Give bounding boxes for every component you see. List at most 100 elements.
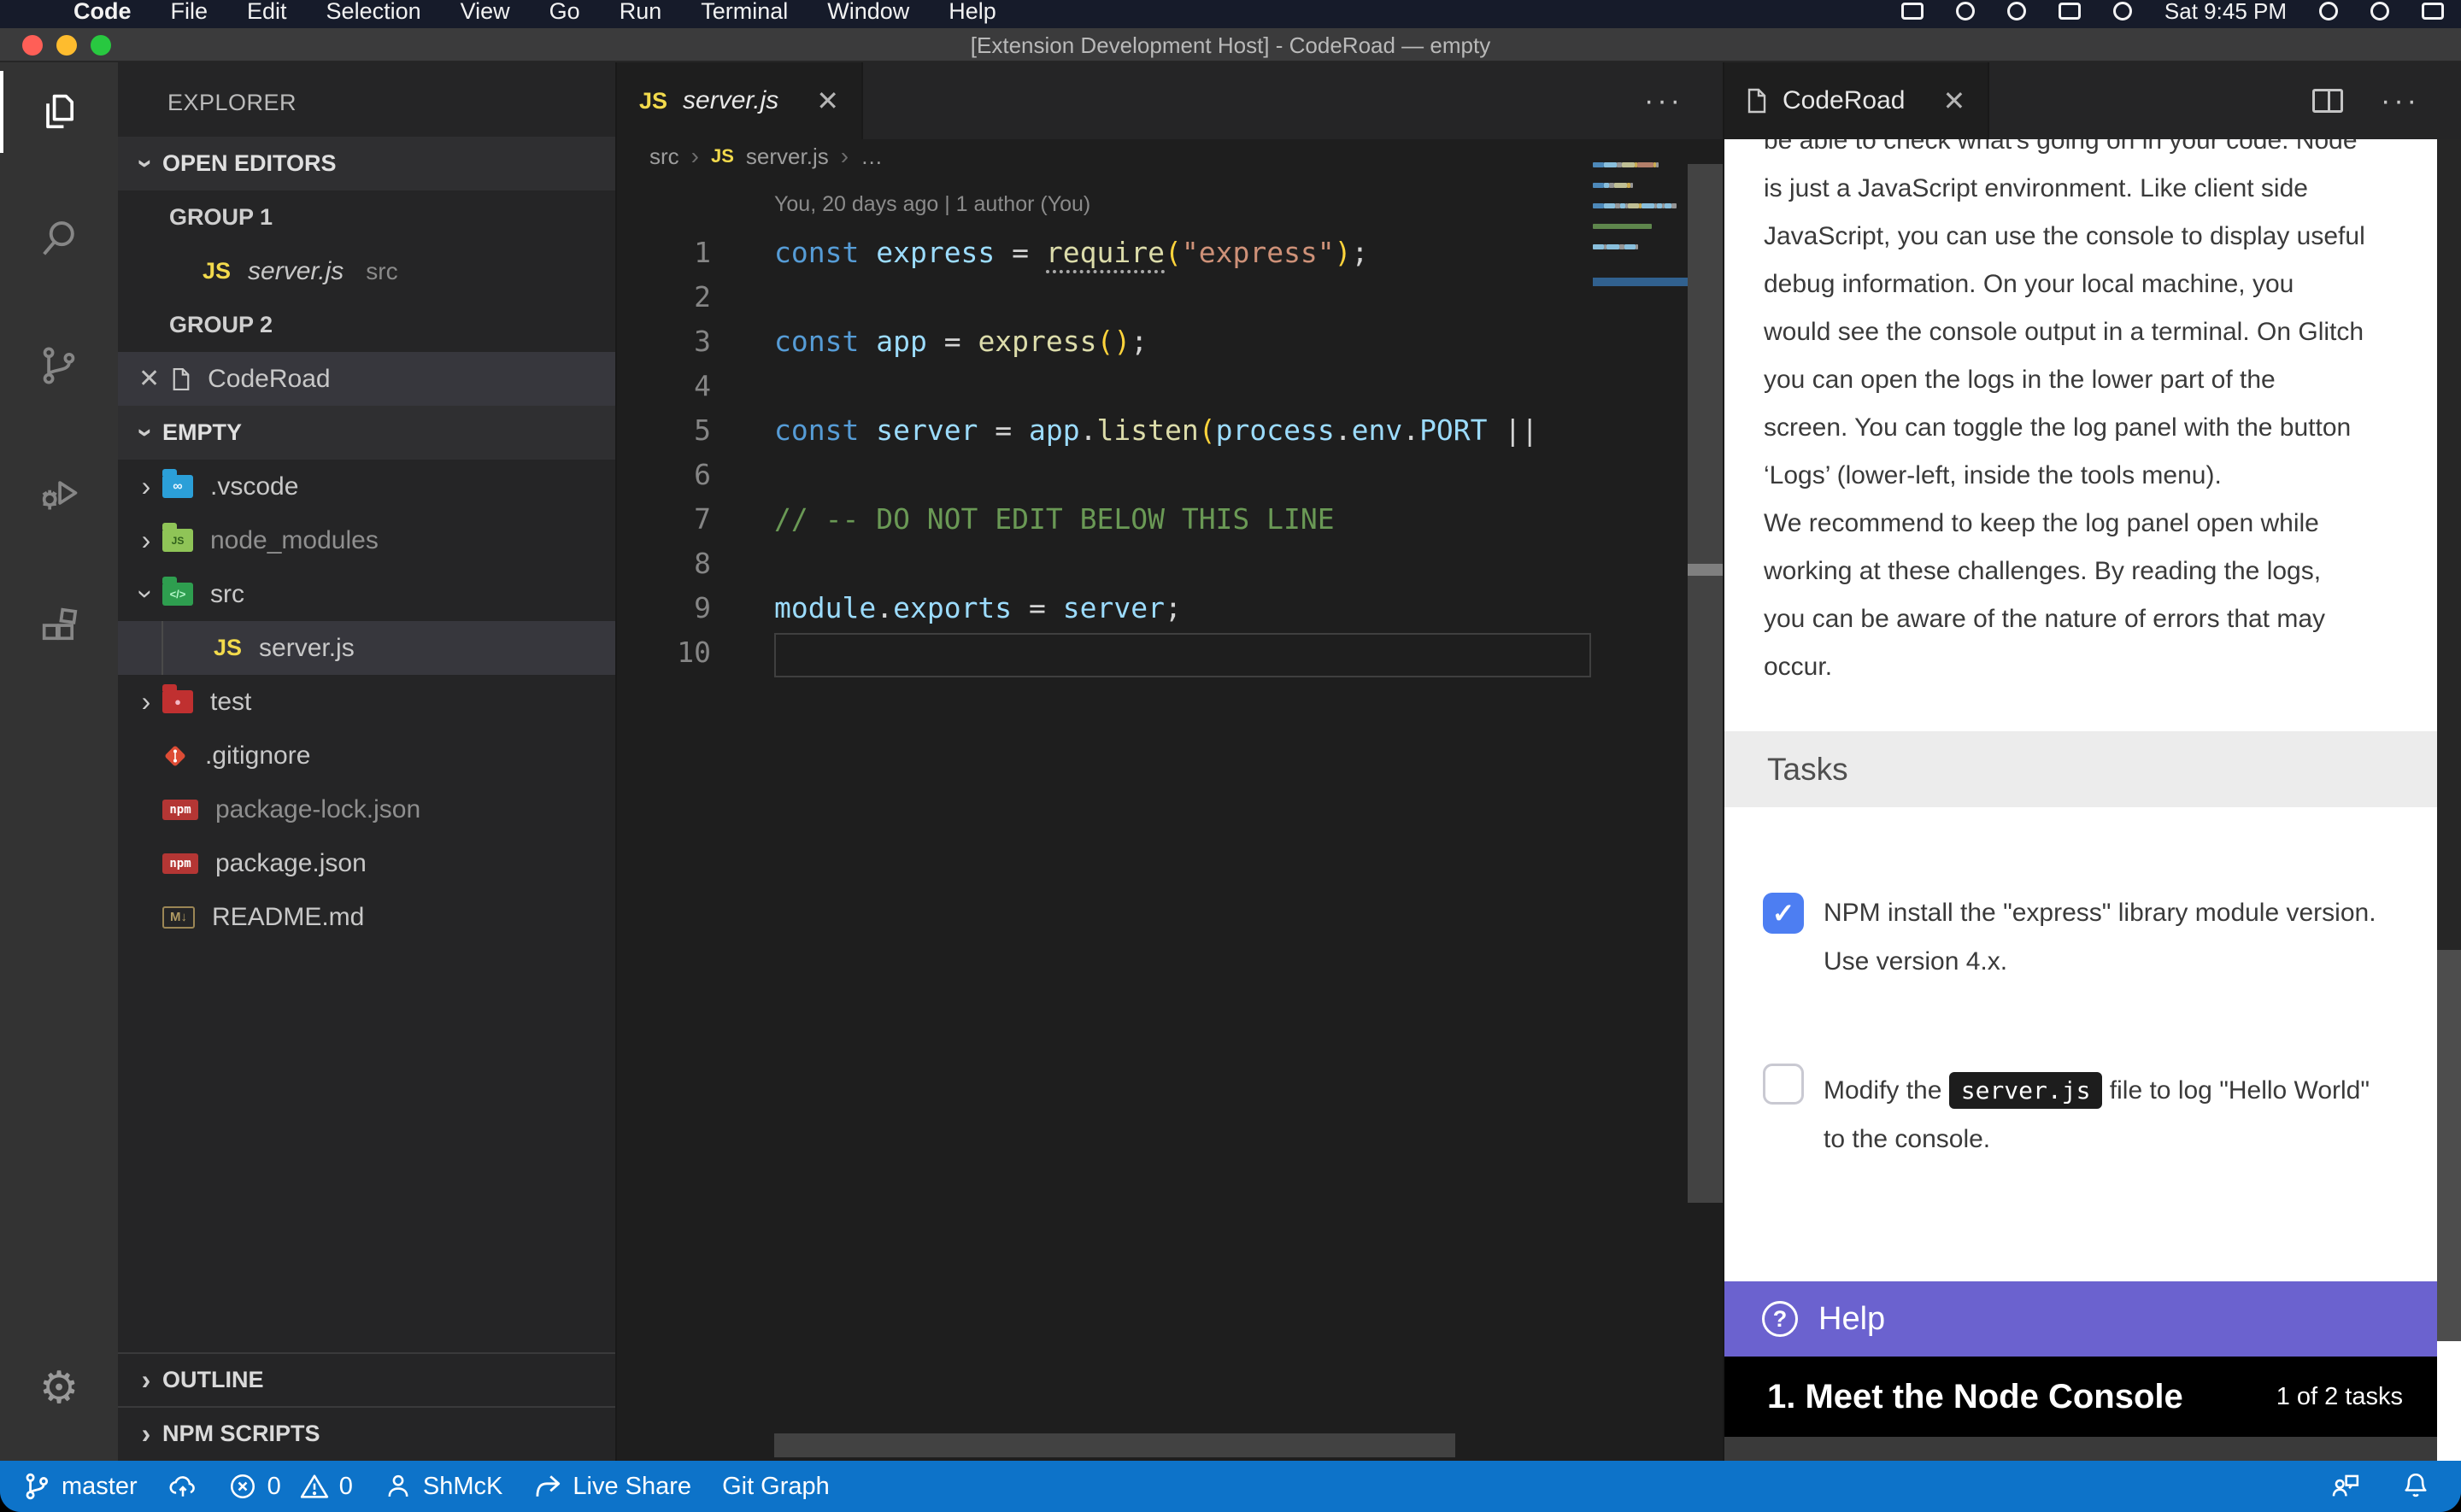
- activity-bar-item-files[interactable]: [0, 67, 118, 156]
- code-line[interactable]: 3const app = express();: [617, 319, 1723, 363]
- more-actions-icon[interactable]: ···: [2381, 85, 2420, 118]
- code-line[interactable]: 1const express = require("express");: [617, 230, 1723, 274]
- activity-bar-item-extensions[interactable]: [0, 580, 118, 669]
- status-item-label: master: [62, 1473, 138, 1501]
- code-editor[interactable]: You, 20 days ago | 1 author (You) 1const…: [617, 173, 1723, 1461]
- status-item-feedback[interactable]: [2331, 1471, 2362, 1502]
- checkbox-checked[interactable]: ✓: [1763, 893, 1804, 934]
- code-line[interactable]: 5const server = app.listen(process.env.P…: [617, 407, 1723, 452]
- tree-item--vscode[interactable]: ›∞.vscode: [118, 460, 615, 513]
- tree-item-src[interactable]: ›</>src: [118, 567, 615, 621]
- file-icon: [172, 367, 191, 391]
- minimap-line: [1593, 173, 1688, 178]
- line-number: 6: [617, 458, 711, 491]
- close-editor-icon[interactable]: ✕: [138, 364, 160, 394]
- split-editor-icon[interactable]: [2312, 89, 2343, 113]
- workspace-folder-header[interactable]: ›EMPTY: [118, 406, 615, 460]
- status-item-master[interactable]: master: [22, 1472, 138, 1501]
- siri-icon[interactable]: [2370, 2, 2389, 21]
- webview-scrollbar[interactable]: [2437, 139, 2461, 1461]
- tree-item-node-modules[interactable]: ›JSnode_modules: [118, 513, 615, 567]
- activity-bar-item-source-control[interactable]: [0, 321, 118, 410]
- js-icon: JS: [214, 635, 242, 661]
- tree-item-test[interactable]: ›●test: [118, 675, 615, 729]
- status-item-git-graph[interactable]: Git Graph: [722, 1473, 830, 1501]
- breadcrumb[interactable]: src›JSserver.js›…: [617, 139, 1723, 173]
- checkbox-unchecked[interactable]: [1763, 1064, 1804, 1105]
- npm-icon: npm: [162, 853, 198, 874]
- open-editor-item-coderoad[interactable]: ✕ CodeRoad: [118, 352, 615, 406]
- menu-go[interactable]: Go: [549, 0, 580, 25]
- macos-menu-bar: Code File Edit Selection View Go Run Terminal Wi…: [0, 0, 2461, 28]
- code-line[interactable]: 8: [617, 541, 1723, 585]
- status-item-cloud-upload-icon[interactable]: [168, 1472, 197, 1501]
- status-item-shmck[interactable]: ShMcK: [384, 1472, 502, 1501]
- errors-icon: [228, 1472, 257, 1501]
- tree-item-package-lock-json[interactable]: npmpackage-lock.json: [118, 782, 615, 836]
- tab-coderoad[interactable]: CodeRoad ✕: [1724, 62, 1989, 139]
- menu-terminal[interactable]: Terminal: [701, 0, 788, 25]
- shield-icon[interactable]: [1956, 2, 1975, 21]
- code-line[interactable]: 9module.exports = server;: [617, 585, 1723, 630]
- status-item-0[interactable]: 0: [228, 1472, 281, 1501]
- breadcrumb-item[interactable]: server.js: [746, 144, 829, 170]
- scrollbar-thumb[interactable]: [1688, 564, 1724, 576]
- breadcrumb-item[interactable]: src: [649, 144, 679, 170]
- editor-vertical-scrollbar[interactable]: [1688, 164, 1724, 1203]
- open-editors-header[interactable]: ›OPEN EDITORS: [118, 137, 615, 190]
- code-line[interactable]: 7// -- DO NOT EDIT BELOW THIS LINE: [617, 496, 1723, 541]
- settings-gear-icon[interactable]: ⚙: [0, 1363, 118, 1414]
- editor-item-label: CodeRoad: [208, 365, 330, 394]
- menu-file[interactable]: File: [171, 0, 209, 25]
- status-item-0[interactable]: 0: [300, 1472, 353, 1501]
- activity-bar-item-run-debug[interactable]: [0, 448, 118, 537]
- tree-item--gitignore[interactable]: .gitignore: [118, 729, 615, 782]
- code-line[interactable]: 2: [617, 274, 1723, 319]
- minimap[interactable]: [1593, 139, 1688, 481]
- menu-code[interactable]: Code: [73, 0, 132, 25]
- menu-edit[interactable]: Edit: [247, 0, 287, 25]
- status-item-label: ShMcK: [423, 1473, 502, 1501]
- sidebar-section-outline[interactable]: ›OUTLINE: [118, 1352, 615, 1406]
- tree-item-package-json[interactable]: npmpackage.json: [118, 836, 615, 890]
- time-machine-icon[interactable]: [2007, 2, 2026, 21]
- menubar-clock[interactable]: Sat 9:45 PM: [2164, 0, 2287, 25]
- wifi-icon[interactable]: [2113, 2, 2132, 21]
- battery-icon[interactable]: [2059, 3, 2081, 20]
- more-actions-icon[interactable]: ···: [1644, 85, 1683, 118]
- editor-horizontal-scrollbar[interactable]: [774, 1433, 1455, 1457]
- menu-selection[interactable]: Selection: [326, 0, 421, 25]
- line-number: 4: [617, 369, 711, 402]
- tab-label: CodeRoad: [1783, 86, 1905, 115]
- status-item-label: Live Share: [573, 1473, 691, 1501]
- open-editors-group-label: GROUP 1: [118, 190, 615, 244]
- feedback-icon: [2331, 1471, 2362, 1502]
- panel-footer-strip: [1724, 1437, 2437, 1461]
- breadcrumb-item[interactable]: …: [860, 144, 883, 170]
- code-line[interactable]: 6: [617, 452, 1723, 496]
- minimap-line: [1593, 255, 1688, 260]
- menu-run[interactable]: Run: [620, 0, 662, 25]
- tree-item-server-js[interactable]: JSserver.js: [118, 621, 615, 675]
- close-tab-icon[interactable]: ✕: [816, 85, 839, 117]
- gitlens-annotation[interactable]: You, 20 days ago | 1 author (You): [774, 192, 1090, 217]
- open-editor-item-server-js[interactable]: JSserver.jssrc: [118, 244, 615, 298]
- display-icon[interactable]: [1901, 3, 1924, 20]
- help-section[interactable]: ? Help: [1724, 1281, 2437, 1357]
- control-center-icon[interactable]: [2422, 3, 2444, 20]
- activity-bar-item-search[interactable]: [0, 194, 118, 283]
- menu-help[interactable]: Help: [949, 0, 996, 25]
- close-tab-icon[interactable]: ✕: [1942, 85, 1965, 117]
- status-item-bell[interactable]: [2401, 1471, 2432, 1502]
- tree-item-readme-md[interactable]: M↓README.md: [118, 890, 615, 944]
- sidebar-section-npm-scripts[interactable]: ›NPM SCRIPTS: [118, 1406, 615, 1460]
- menu-window[interactable]: Window: [827, 0, 909, 25]
- cloud-upload-icon: [168, 1472, 197, 1501]
- search-spotlight-icon[interactable]: [2319, 2, 2338, 21]
- status-item-live-share[interactable]: Live Share: [533, 1472, 691, 1501]
- code-line[interactable]: 4: [617, 363, 1723, 407]
- menu-view[interactable]: View: [461, 0, 510, 25]
- code-text: const app = express();: [774, 325, 1148, 358]
- tab-server-js[interactable]: JS server.js ✕: [617, 62, 863, 139]
- tree-item-label: src: [210, 580, 244, 609]
